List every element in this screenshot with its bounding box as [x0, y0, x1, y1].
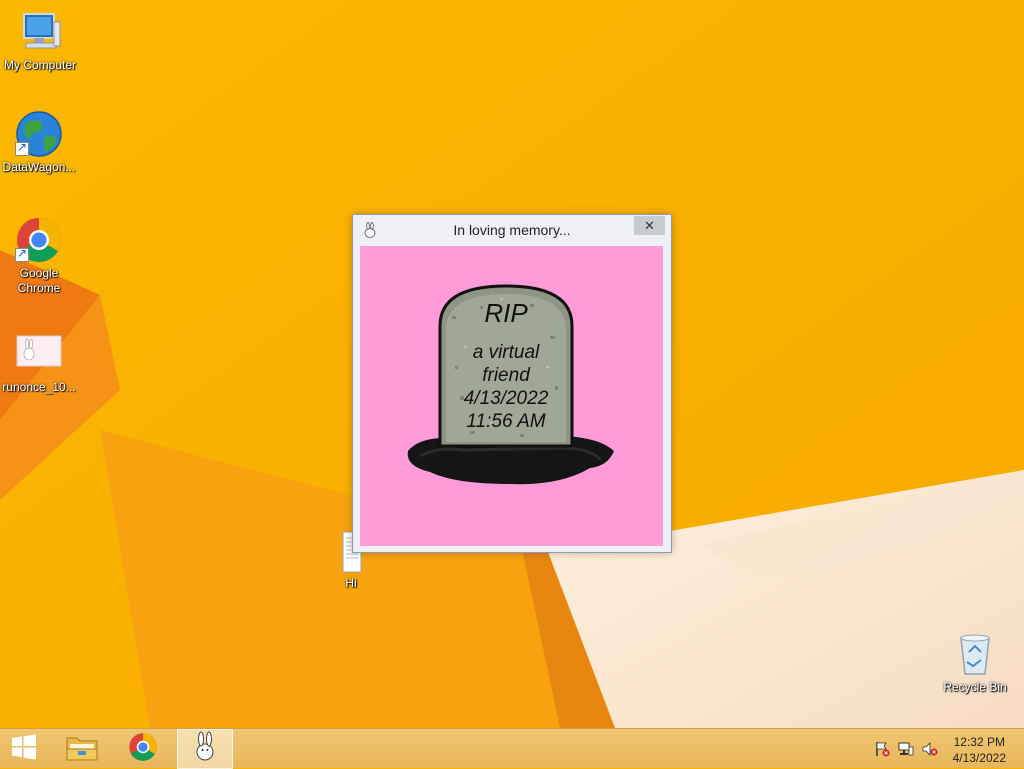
window-title: In loving memory...	[453, 222, 571, 238]
clock-date: 4/13/2022	[952, 751, 1006, 765]
desktop-icon-google-chrome[interactable]: Google Chrome	[0, 216, 79, 296]
chrome-icon	[128, 732, 158, 767]
chrome-icon	[15, 216, 63, 264]
taskbar-file-explorer[interactable]	[54, 729, 110, 769]
desktop-icon-label: Recycle Bin	[943, 680, 1007, 694]
desktop-icon-datawagon[interactable]: DataWagon...	[0, 110, 79, 175]
window-titlebar[interactable]: In loving memory... ✕	[353, 215, 671, 245]
desktop-icon-recycle-bin[interactable]: Recycle Bin	[935, 630, 1015, 695]
desktop-icon-label: My Computer	[3, 58, 77, 72]
tombstone-time: 11:56 AM	[466, 411, 545, 432]
desktop-icon-my-computer[interactable]: My Computer	[0, 8, 80, 73]
network-icon[interactable]	[898, 741, 914, 757]
taskbar-chrome[interactable]	[115, 729, 171, 769]
shortcut-arrow-icon	[15, 246, 29, 262]
bunny-icon	[362, 222, 378, 238]
window-content: RIP a virtual friend 4/13/2022 11:56 AM	[360, 246, 663, 546]
bunny-icon	[190, 731, 220, 768]
globe-icon	[15, 110, 63, 158]
tombstone-date: 4/13/2022	[464, 388, 549, 409]
tombstone-image: RIP a virtual friend 4/13/2022 11:56 AM	[407, 284, 614, 485]
desktop-icon-label: Hi	[345, 576, 357, 590]
desktop-icon-label: runonce_10...	[2, 380, 76, 394]
desktop-icon-label: Google Chrome	[17, 266, 61, 295]
desktop-icon-label: DataWagon...	[2, 160, 76, 174]
image-file-icon	[15, 330, 63, 378]
taskbar: 12:32 PM 4/13/2022	[0, 728, 1024, 769]
taskbar-bunny-app[interactable]	[177, 729, 233, 769]
windows-logo-icon	[11, 734, 37, 765]
desktop-icon-runonce[interactable]: runonce_10...	[0, 330, 79, 395]
close-icon: ✕	[644, 218, 655, 233]
speaker-muted-icon[interactable]	[922, 741, 938, 757]
tombstone-rip-text: RIP	[484, 298, 528, 328]
tombstone-line2: a virtual	[473, 342, 540, 363]
flag-icon[interactable]	[874, 741, 890, 757]
shortcut-arrow-icon	[15, 140, 29, 156]
tombstone-line3: friend	[482, 365, 531, 386]
start-button[interactable]	[0, 729, 48, 769]
taskbar-clock[interactable]: 12:32 PM 4/13/2022	[953, 734, 1006, 766]
recycle-bin-icon	[951, 630, 999, 678]
close-button[interactable]: ✕	[634, 216, 665, 235]
computer-icon	[16, 8, 64, 56]
folder-icon	[65, 732, 99, 767]
clock-time: 12:32 PM	[953, 735, 1005, 749]
memorial-window: In loving memory... ✕ RIP a virtual frie…	[352, 214, 672, 553]
